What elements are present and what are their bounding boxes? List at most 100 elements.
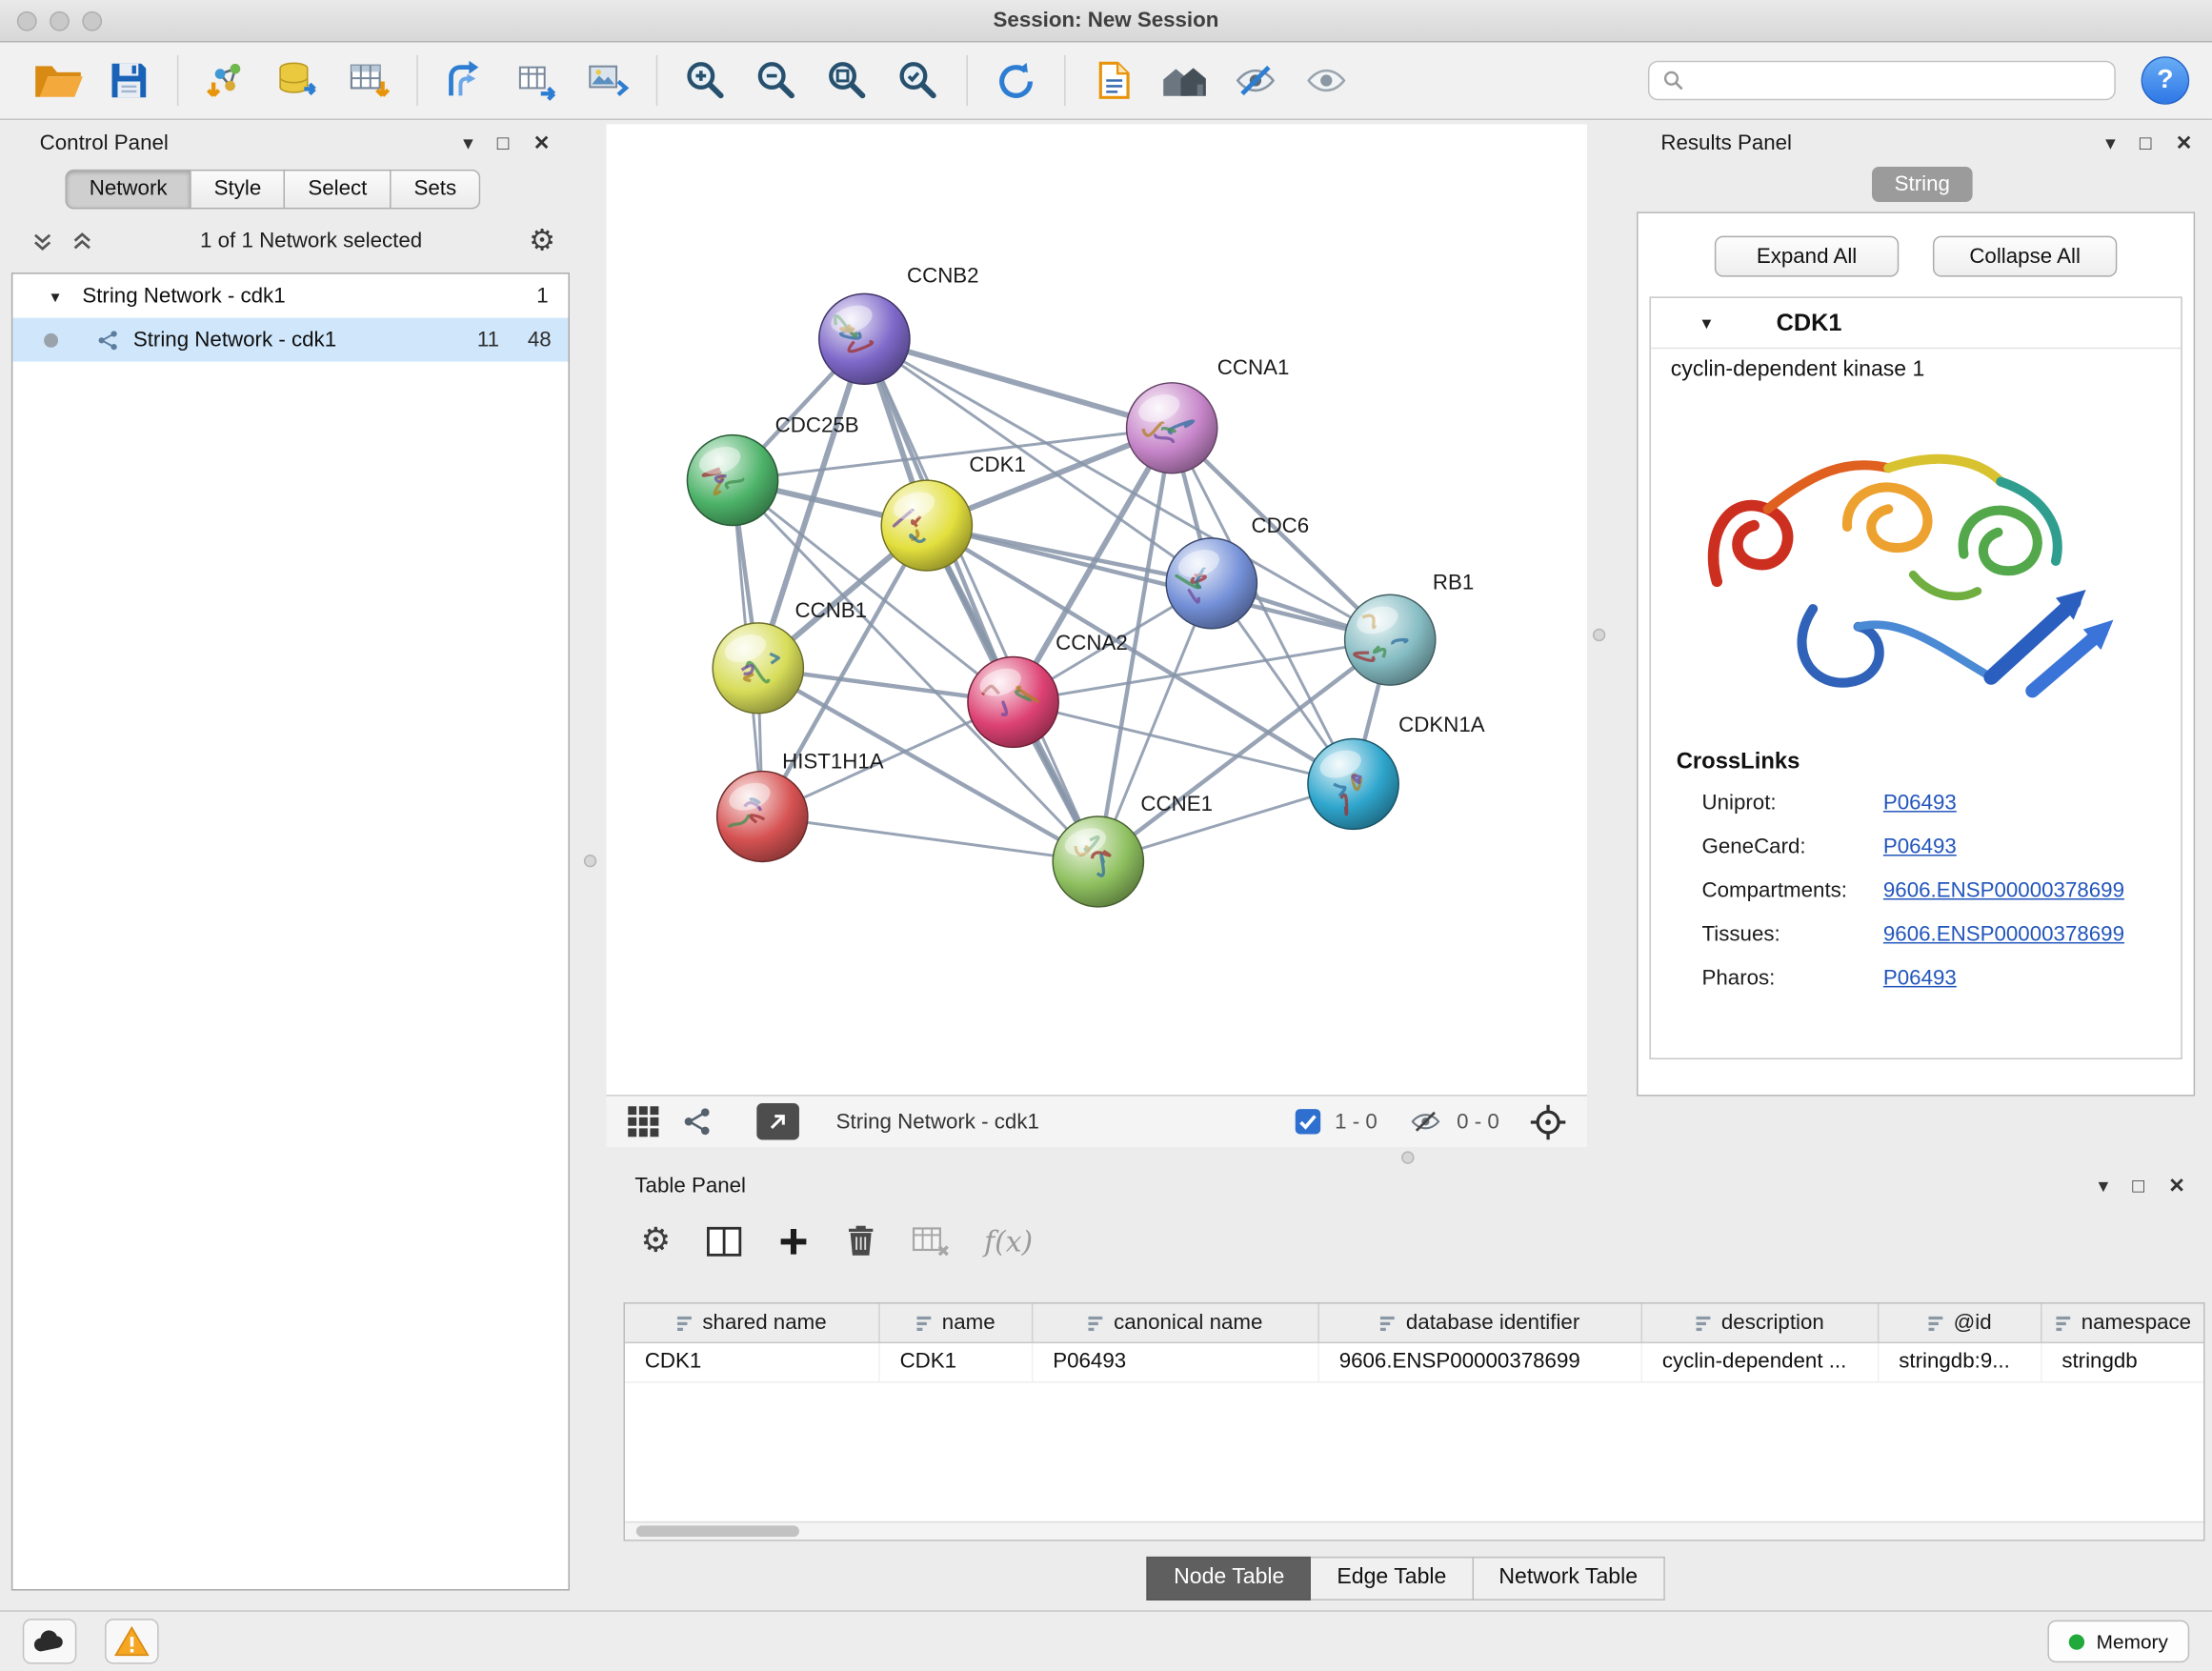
horizontal-scrollbar[interactable]	[625, 1521, 2203, 1540]
crosslink-value-link[interactable]: P06493	[1883, 966, 1957, 990]
hide-selected-button[interactable]	[1220, 48, 1291, 112]
table-options-gear-icon[interactable]: ⚙	[640, 1224, 671, 1258]
table-cell[interactable]: CDK1	[880, 1343, 1034, 1381]
crosslinks-heading: CrossLinks	[1651, 741, 2181, 781]
network-edge[interactable]	[864, 339, 1172, 428]
network-options-gear-icon[interactable]: ⚙	[529, 226, 555, 255]
export-network-button[interactable]	[502, 48, 573, 112]
grid-view-icon[interactable]	[626, 1104, 660, 1138]
delete-column-icon[interactable]	[844, 1223, 876, 1258]
tab-network-table[interactable]: Network Table	[1474, 1557, 1665, 1601]
tab-sets[interactable]: Sets	[392, 170, 481, 210]
section-collapse-icon[interactable]: ▾	[1701, 312, 1711, 334]
network-edge[interactable]	[762, 816, 1098, 861]
network-selection-status: 1 of 1 Network selected	[93, 229, 529, 252]
show-columns-icon[interactable]	[705, 1224, 742, 1258]
network-list-item[interactable]: String Network - cdk1 11 48	[12, 318, 568, 362]
table-cell[interactable]: stringdb	[2041, 1343, 2204, 1381]
crosslink-value-link[interactable]: P06493	[1883, 835, 1957, 858]
create-column-icon[interactable]	[775, 1224, 810, 1258]
protein-name: CDK1	[1777, 309, 1842, 337]
expand-all-icon[interactable]	[70, 230, 93, 252]
splitter-handle[interactable]	[584, 855, 596, 867]
minimize-window-button[interactable]	[50, 11, 70, 31]
import-network-from-database-button[interactable]	[262, 48, 332, 112]
warnings-button[interactable]	[105, 1619, 159, 1663]
column-header--id[interactable]: @id	[1879, 1304, 2041, 1342]
column-header-name[interactable]: name	[880, 1304, 1034, 1342]
column-header-canonical-name[interactable]: canonical name	[1033, 1304, 1318, 1342]
tree-expander-icon[interactable]: ▾	[51, 286, 60, 306]
tab-select[interactable]: Select	[286, 170, 392, 210]
collapse-all-button[interactable]: Collapse All	[1933, 236, 2117, 277]
column-header-namespace[interactable]: namespace	[2041, 1304, 2204, 1342]
splitter-handle[interactable]	[1593, 629, 1605, 641]
table-cell[interactable]: P06493	[1033, 1343, 1318, 1381]
zoom-fit-button[interactable]	[812, 48, 882, 112]
export-image-button[interactable]	[573, 48, 643, 112]
panel-close-icon[interactable]: ✕	[2168, 1176, 2184, 1196]
zoom-in-button[interactable]	[671, 48, 741, 112]
tab-edge-table[interactable]: Edge Table	[1312, 1557, 1474, 1601]
network-canvas[interactable]: CCNB2CCNA1CDC25BCDK1CDC6RB1CCNB1CCNA2CDK…	[607, 124, 1587, 1095]
open-session-button[interactable]	[23, 48, 93, 112]
table-cell[interactable]: CDK1	[625, 1343, 880, 1381]
cloud-button[interactable]	[23, 1619, 77, 1663]
selected-checkbox-icon[interactable]	[1294, 1107, 1322, 1136]
zoom-out-button[interactable]	[741, 48, 812, 112]
tab-style[interactable]: Style	[191, 170, 286, 210]
scrollbar-thumb[interactable]	[636, 1525, 799, 1537]
zoom-selected-button[interactable]	[883, 48, 954, 112]
panel-float-icon[interactable]: ▾	[2099, 1176, 2108, 1196]
crosslink-value-link[interactable]: 9606.ENSP00000378699	[1883, 878, 2124, 902]
crosslink-value-link[interactable]: P06493	[1883, 791, 1957, 815]
panel-float-icon[interactable]: ▾	[2105, 132, 2115, 152]
panel-close-icon[interactable]: ✕	[2176, 132, 2192, 152]
column-header-database-identifier[interactable]: database identifier	[1319, 1304, 1642, 1342]
function-builder-button[interactable]: f(x)	[984, 1224, 1033, 1258]
string-results-tab[interactable]: String	[1872, 167, 1973, 202]
apply-layout-button[interactable]	[980, 48, 1051, 112]
table-cell[interactable]: 9606.ENSP00000378699	[1319, 1343, 1642, 1381]
show-hidden-button[interactable]	[1291, 48, 1361, 112]
panel-close-icon[interactable]: ✕	[533, 132, 550, 152]
node-label-CDK1: CDK1	[969, 453, 1026, 476]
collapse-all-icon[interactable]	[31, 230, 54, 252]
network-edge[interactable]	[864, 339, 1097, 862]
hidden-eye-slash-icon[interactable]	[1407, 1106, 1444, 1137]
tab-node-table[interactable]: Node Table	[1147, 1557, 1312, 1601]
homes-button[interactable]	[1149, 48, 1219, 112]
close-window-button[interactable]	[17, 11, 37, 31]
expand-all-button[interactable]: Expand All	[1715, 236, 1899, 277]
protein-section-header[interactable]: ▾ CDK1	[1651, 298, 2181, 349]
network-edge[interactable]	[927, 526, 1390, 640]
tab-network[interactable]: Network	[65, 170, 191, 210]
memory-button[interactable]: Memory	[2048, 1621, 2189, 1662]
crosslink-value-link[interactable]: 9606.ENSP00000378699	[1883, 922, 2124, 946]
table-cell[interactable]: stringdb:9...	[1879, 1343, 2041, 1381]
column-header-shared-name[interactable]: shared name	[625, 1304, 880, 1342]
toolbar-search[interactable]	[1648, 61, 2116, 101]
column-header-description[interactable]: description	[1642, 1304, 1879, 1342]
search-input[interactable]	[1695, 70, 2101, 92]
panel-float-icon[interactable]: ▾	[463, 132, 473, 152]
import-table-from-file-button[interactable]	[333, 48, 404, 112]
fit-selected-crosshair-icon[interactable]	[1529, 1102, 1567, 1140]
splitter-handle[interactable]	[1401, 1151, 1414, 1163]
panel-maximize-icon[interactable]: □	[2132, 1176, 2144, 1196]
import-network-from-file-button[interactable]	[191, 48, 262, 112]
delete-table-icon[interactable]	[911, 1224, 951, 1258]
help-button[interactable]: ?	[2142, 56, 2190, 104]
detach-view-button[interactable]	[756, 1103, 799, 1140]
table-row[interactable]: CDK1CDK1P064939606.ENSP00000378699cyclin…	[625, 1343, 2203, 1383]
save-session-button[interactable]	[93, 48, 164, 112]
panel-maximize-icon[interactable]: □	[497, 132, 510, 152]
panel-maximize-icon[interactable]: □	[2140, 132, 2152, 152]
new-network-from-selection-button[interactable]	[431, 48, 501, 112]
network-overview-icon[interactable]	[680, 1104, 714, 1138]
zoom-window-button[interactable]	[82, 11, 102, 31]
network-collection-row[interactable]: ▾ String Network - cdk1 1	[12, 274, 568, 318]
document-button[interactable]	[1078, 48, 1149, 112]
table-cell[interactable]: cyclin-dependent ...	[1642, 1343, 1879, 1381]
network-edge[interactable]	[1014, 702, 1354, 784]
